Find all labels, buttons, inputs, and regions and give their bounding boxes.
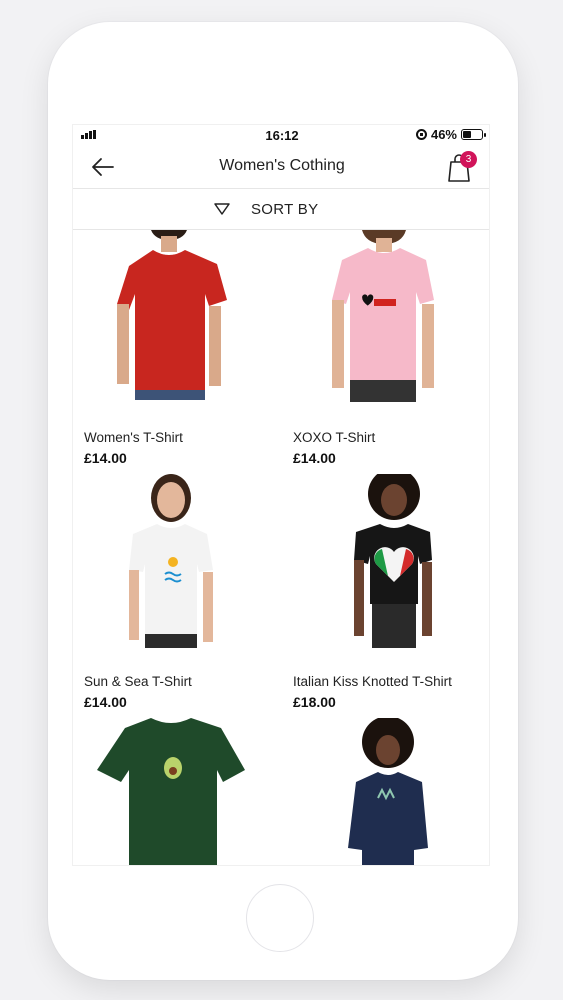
product-name: XOXO T-Shirt bbox=[293, 430, 376, 445]
product-name: Italian Kiss Knotted T-Shirt bbox=[293, 674, 452, 689]
battery-percent: 46% bbox=[430, 127, 457, 142]
app-screen: 16:12 46% Women's Cothing 3 SORT BY Wome… bbox=[72, 124, 490, 866]
product-image bbox=[117, 230, 227, 400]
sort-by-button[interactable]: SORT BY bbox=[73, 189, 489, 230]
product-price: £14.00 bbox=[84, 694, 127, 710]
product-card[interactable]: XOXO T-Shirt £14.00 bbox=[282, 230, 489, 474]
triangle-down-icon bbox=[214, 203, 230, 215]
cart-count-badge: 3 bbox=[460, 151, 477, 168]
product-card[interactable] bbox=[282, 718, 489, 865]
product-price: £14.00 bbox=[293, 450, 336, 466]
product-card[interactable]: Women's T-Shirt £14.00 bbox=[73, 230, 282, 474]
product-image bbox=[332, 230, 434, 402]
orientation-lock-icon bbox=[415, 129, 427, 140]
product-card[interactable] bbox=[73, 718, 282, 865]
product-image bbox=[354, 474, 432, 648]
nav-bar: Women's Cothing 3 bbox=[73, 145, 489, 189]
status-right: 46% bbox=[415, 127, 486, 142]
product-name: Women's T-Shirt bbox=[84, 430, 183, 445]
product-image bbox=[348, 718, 428, 865]
battery-icon bbox=[461, 129, 486, 140]
product-image bbox=[97, 718, 245, 865]
home-button[interactable] bbox=[246, 884, 314, 952]
page-title: Women's Cothing bbox=[219, 157, 345, 174]
sort-by-label: SORT BY bbox=[251, 201, 319, 218]
product-card[interactable]: Italian Kiss Knotted T-Shirt £18.00 bbox=[282, 474, 489, 718]
product-price: £18.00 bbox=[293, 694, 336, 710]
product-name: Sun & Sea T-Shirt bbox=[84, 674, 192, 689]
product-price: £14.00 bbox=[84, 450, 127, 466]
status-bar: 16:12 46% bbox=[73, 125, 489, 145]
product-card[interactable]: Sun & Sea T-Shirt £14.00 bbox=[73, 474, 282, 718]
product-image bbox=[129, 474, 213, 648]
